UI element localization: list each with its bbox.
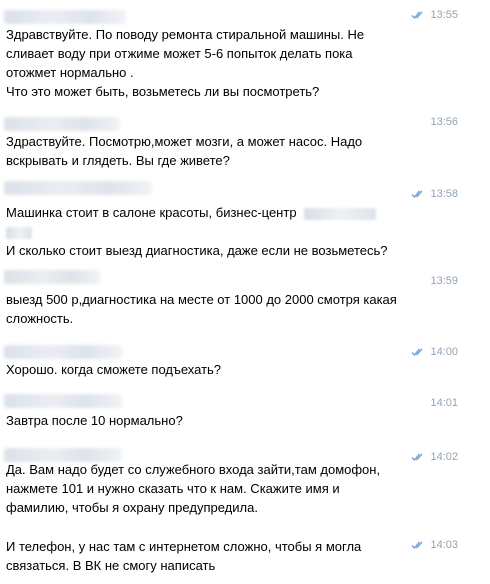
message-line: И сколько стоит выезд диагностика, даже …	[6, 243, 388, 258]
message-time: 13:56	[430, 116, 458, 128]
message-time: 14:03	[430, 539, 458, 551]
message-line: отожмет нормально .	[6, 65, 134, 80]
message-line-text: Машинка стоит в салоне красоты, бизнес-ц…	[6, 205, 297, 220]
message-line: выезд 500 р,диагностика на месте от 1000…	[6, 292, 397, 307]
message-time: 14:00	[430, 346, 458, 358]
chat-history: 13:55 Здравствуйте. По поводу ремонта ст…	[0, 0, 490, 584]
message-meta: 13:55	[411, 8, 458, 22]
message-text: Здравствуйте. По поводу ремонта стиральн…	[6, 25, 430, 101]
sender-name-redacted	[4, 117, 120, 131]
message-time: 13:55	[430, 9, 458, 21]
message-line: сливает воду при отжиме может 5-6 попыто…	[6, 46, 353, 61]
message-meta: 13:58	[411, 187, 458, 201]
sender-name-redacted	[4, 394, 122, 408]
message-text: Здраствуйте. Посмотрю,может мозги, а мож…	[6, 132, 430, 170]
message-line: И телефон, у нас там с интернетом сложно…	[6, 539, 362, 554]
double-check-icon	[411, 190, 423, 199]
message-time: 13:58	[430, 188, 458, 200]
double-check-icon	[411, 348, 423, 357]
message-meta: 14:00	[411, 345, 458, 359]
message-text: Да. Вам надо будет со служебного входа з…	[6, 460, 430, 517]
message-text: Машинка стоит в салоне красоты, бизнес-ц…	[6, 203, 430, 260]
message-time: 14:01	[430, 397, 458, 409]
message-meta: 13:56	[430, 115, 458, 129]
message-line: связаться. В ВК не смогу написать	[6, 558, 216, 573]
message-meta: 14:01	[430, 396, 458, 410]
message-text: Хорошо. когда сможете подъехать?	[6, 360, 430, 379]
message-text: выезд 500 р,диагностика на месте от 1000…	[6, 290, 430, 328]
message-line: Да. Вам надо будет со служебного входа з…	[6, 462, 381, 477]
message-text: Завтра после 10 нормально?	[6, 411, 430, 430]
address-redacted	[6, 226, 32, 239]
sender-name-redacted	[4, 270, 100, 284]
address-redacted	[304, 207, 377, 220]
double-check-icon	[411, 11, 423, 20]
message-line: Что это может быть, возьметесь ли вы пос…	[6, 84, 320, 99]
message-time: 14:02	[430, 451, 458, 463]
sender-name-redacted	[4, 345, 122, 359]
message-line: Хорошо. когда сможете подъехать?	[6, 362, 222, 377]
message-line: сложность.	[6, 311, 74, 326]
message-line: Завтра после 10 нормально?	[6, 413, 183, 428]
message-line: вскрывать и глядеть. Вы где живете?	[6, 153, 230, 168]
sender-name-redacted	[4, 10, 126, 24]
sender-name-redacted	[4, 181, 152, 195]
message-text: И телефон, у нас там с интернетом сложно…	[6, 537, 430, 575]
message-line: Здраствуйте. Посмотрю,может мозги, а мож…	[6, 134, 363, 149]
message-time: 13:59	[430, 275, 458, 287]
message-meta: 13:59	[430, 274, 458, 288]
message-line: нажмете 101 и нужно сказать что к нам. С…	[6, 481, 340, 496]
message-line: фамилию, чтобы я охрану предупредила.	[6, 500, 258, 515]
message-line	[6, 222, 430, 241]
message-line: Машинка стоит в салоне красоты, бизнес-ц…	[6, 203, 430, 222]
message-line: Здравствуйте. По поводу ремонта стиральн…	[6, 27, 365, 42]
